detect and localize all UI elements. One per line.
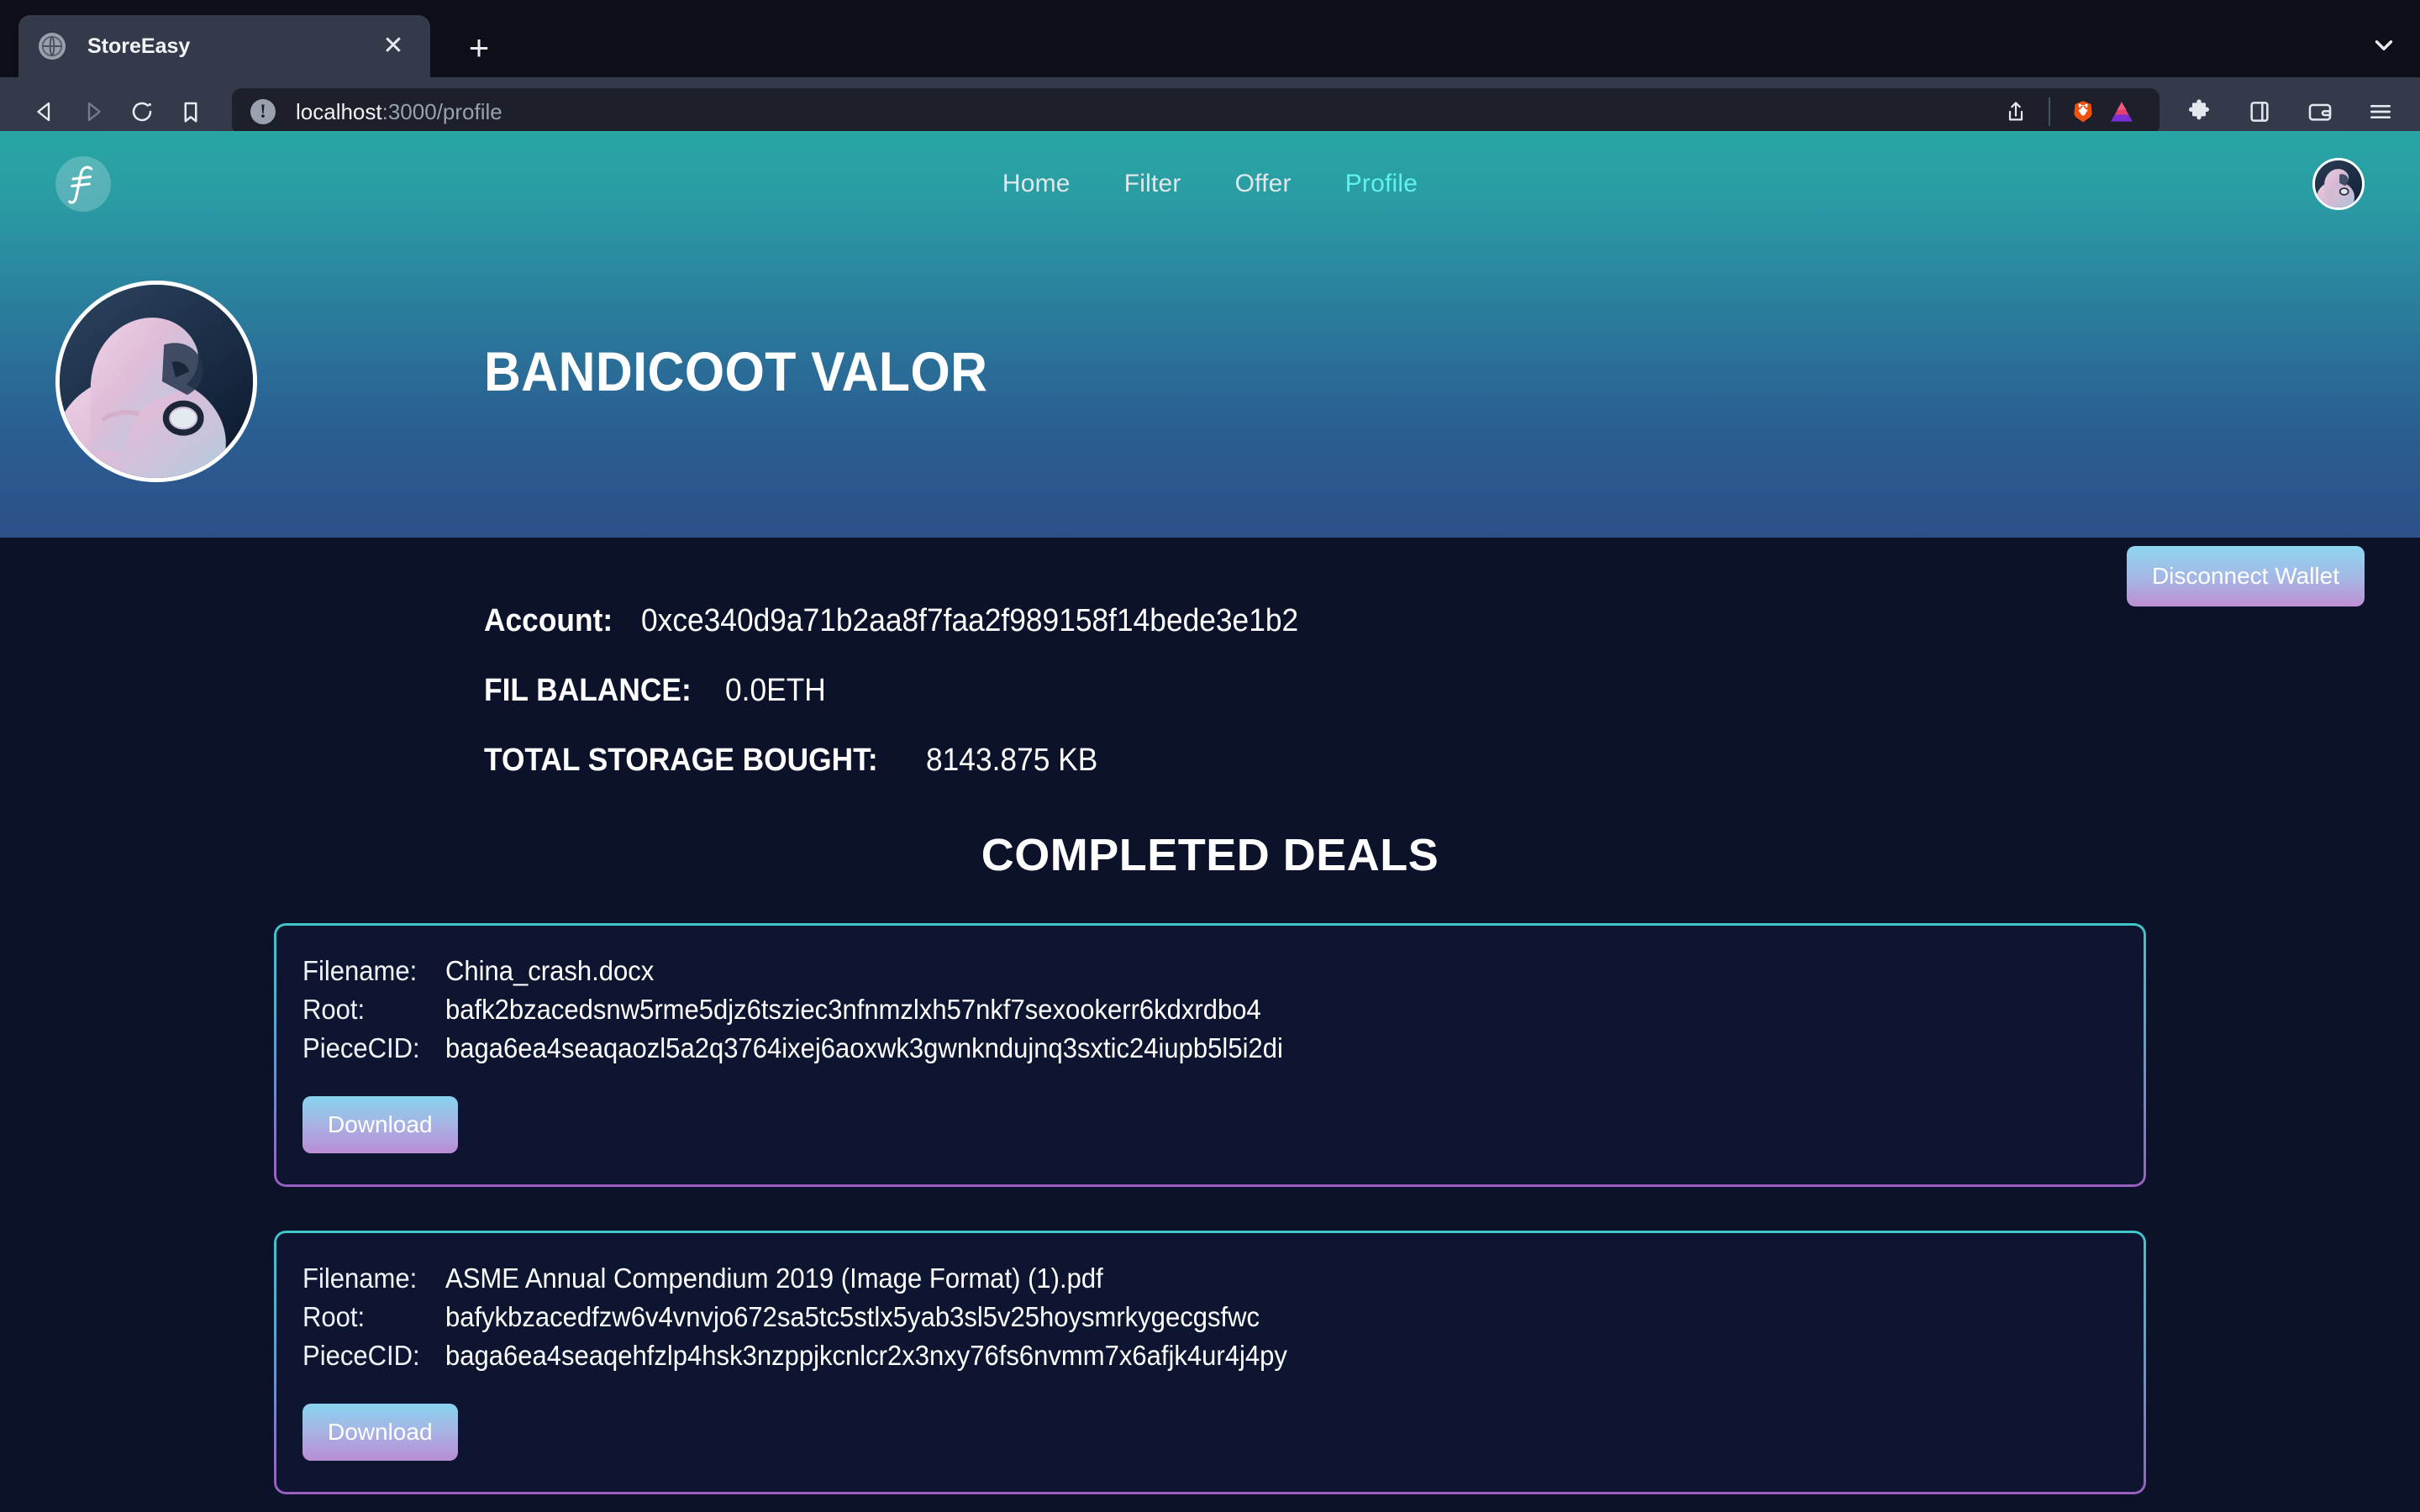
deal-piececid-row: PieceCID: baga6ea4seaqehfzlp4hsk3nzppjkc…	[302, 1340, 2146, 1372]
field-value-piececid: baga6ea4seaqehfzlp4hsk3nzppjkcnlcr2x3nxy…	[445, 1340, 1287, 1371]
bat-rewards-glyph	[2111, 102, 2133, 122]
stat-value: 0.0ETH	[725, 673, 827, 708]
browser-tab[interactable]: StoreEasy ✕	[18, 15, 430, 77]
avatar-image	[60, 285, 253, 478]
field-label-piececid: PieceCID:	[302, 1340, 420, 1371]
nav-link-profile[interactable]: Profile	[1345, 170, 1418, 198]
tab-list-button[interactable]	[2370, 31, 2398, 64]
stat-label: Account:	[484, 603, 613, 638]
profile-body: Account: 0xce340d9a71b2aa8f7faa2f989158f…	[0, 538, 2420, 1494]
web-page: Home Filter Offer Profile BANDICOOT VALO…	[0, 131, 2420, 1512]
field-value-filename: China_crash.docx	[445, 955, 655, 986]
download-button[interactable]: Download	[302, 1096, 458, 1153]
globe-icon	[39, 33, 66, 60]
completed-deals-heading: COMPLETED DEALS	[981, 830, 1439, 880]
nav-link-offer[interactable]: Offer	[1235, 170, 1292, 198]
browser-tab-strip: StoreEasy ✕ +	[0, 0, 2420, 77]
url-path: :3000/profile	[381, 98, 502, 124]
sidebar-panel-icon[interactable]	[2240, 92, 2279, 131]
stat-label: FIL BALANCE:	[484, 673, 692, 708]
puzzle-piece-icon[interactable]	[2180, 92, 2218, 131]
deal-card: Filename: China_crash.docx Root: bafk2bz…	[274, 923, 2146, 1187]
filecoin-logo-icon[interactable]	[55, 156, 111, 212]
deal-root-row: Root: bafykbzacedfzw6v4vnvjo672sa5tc5stl…	[302, 1301, 2146, 1333]
stat-fil-balance: FIL BALANCE: 0.0ETH	[484, 673, 2420, 709]
forward-arrow-icon[interactable]	[69, 87, 118, 136]
stat-value: 0xce340d9a71b2aa8f7faa2f989158f14bede3e1…	[640, 603, 1298, 638]
bat-triangle-icon[interactable]	[2102, 92, 2141, 131]
field-label-root: Root:	[302, 994, 366, 1025]
site-navigation: Home Filter Offer Profile	[0, 131, 2420, 237]
field-value-root: bafykbzacedfzw6v4vnvjo672sa5tc5stlx5yab3…	[445, 1301, 1260, 1332]
brave-shields-glyph	[2074, 101, 2092, 123]
field-label-filename: Filename:	[302, 1263, 418, 1294]
disconnect-wallet-button[interactable]: Disconnect Wallet	[2126, 546, 2365, 606]
share-icon[interactable]	[1996, 92, 2035, 131]
profile-header: BANDICOOT VALOR	[0, 237, 2420, 538]
stat-label: TOTAL STORAGE BOUGHT:	[484, 743, 878, 778]
profile-avatar[interactable]	[55, 281, 257, 482]
back-arrow-icon[interactable]	[20, 87, 69, 136]
address-bar[interactable]: ! localhost:3000/profile	[232, 88, 2160, 135]
reload-icon[interactable]	[118, 87, 166, 136]
field-label-piececid: PieceCID:	[302, 1032, 420, 1063]
browser-toolbar-right	[2180, 92, 2400, 131]
field-label-filename: Filename:	[302, 955, 418, 986]
avatar-image	[2315, 160, 2362, 207]
stat-total-storage: TOTAL STORAGE BOUGHT: 8143.875 KB	[484, 743, 2420, 779]
nav-link-filter[interactable]: Filter	[1124, 170, 1181, 198]
main-menu: Home Filter Offer Profile	[1002, 170, 1418, 198]
deal-filename-row: Filename: China_crash.docx	[302, 955, 2146, 987]
stat-account: Account: 0xce340d9a71b2aa8f7faa2f989158f…	[484, 603, 2420, 639]
account-stats: Account: 0xce340d9a71b2aa8f7faa2f989158f…	[0, 538, 2420, 779]
page-title: BANDICOOT VALOR	[484, 340, 988, 402]
field-value-filename: ASME Annual Compendium 2019 (Image Forma…	[445, 1263, 1103, 1294]
hamburger-menu-icon[interactable]	[2361, 92, 2400, 131]
filecoin-glyph	[68, 165, 93, 204]
address-bar-actions	[1996, 92, 2141, 131]
url-host: localhost	[296, 98, 382, 124]
hero-banner: Home Filter Offer Profile BANDICOOT VALO…	[0, 131, 2420, 538]
deal-piececid-row: PieceCID: baga6ea4seaqaozl5a2q3764ixej6a…	[302, 1032, 2146, 1064]
nav-link-home[interactable]: Home	[1002, 170, 1071, 198]
nav-avatar[interactable]	[2312, 158, 2365, 210]
field-value-piececid: baga6ea4seaqaozl5a2q3764ixej6aoxwk3gwnkn…	[445, 1032, 1283, 1063]
stat-value: 8143.875 KB	[925, 743, 1098, 778]
close-icon[interactable]: ✕	[376, 34, 410, 59]
tab-title: StoreEasy	[87, 34, 191, 58]
bookmark-icon[interactable]	[166, 87, 215, 136]
divider	[2049, 97, 2050, 126]
field-label-root: Root:	[302, 1301, 366, 1332]
download-button[interactable]: Download	[302, 1404, 458, 1461]
new-tab-button[interactable]: +	[459, 30, 499, 66]
url-text: localhost:3000/profile	[296, 99, 502, 125]
browser-window: StoreEasy ✕ + ! localhost:3000/profile H…	[0, 0, 2420, 1512]
deal-card: Filename: ASME Annual Compendium 2019 (I…	[274, 1231, 2146, 1494]
field-value-root: bafk2bzacedsnw5rme5djz6tsziec3nfnmzlxh57…	[445, 994, 1261, 1025]
info-icon[interactable]: !	[250, 99, 276, 124]
wallet-icon[interactable]	[2301, 92, 2339, 131]
chevron-down-icon	[2375, 40, 2393, 50]
brave-lion-icon[interactable]	[2064, 92, 2102, 131]
deal-root-row: Root: bafk2bzacedsnw5rme5djz6tsziec3nfnm…	[302, 994, 2146, 1026]
deal-filename-row: Filename: ASME Annual Compendium 2019 (I…	[302, 1263, 2146, 1294]
